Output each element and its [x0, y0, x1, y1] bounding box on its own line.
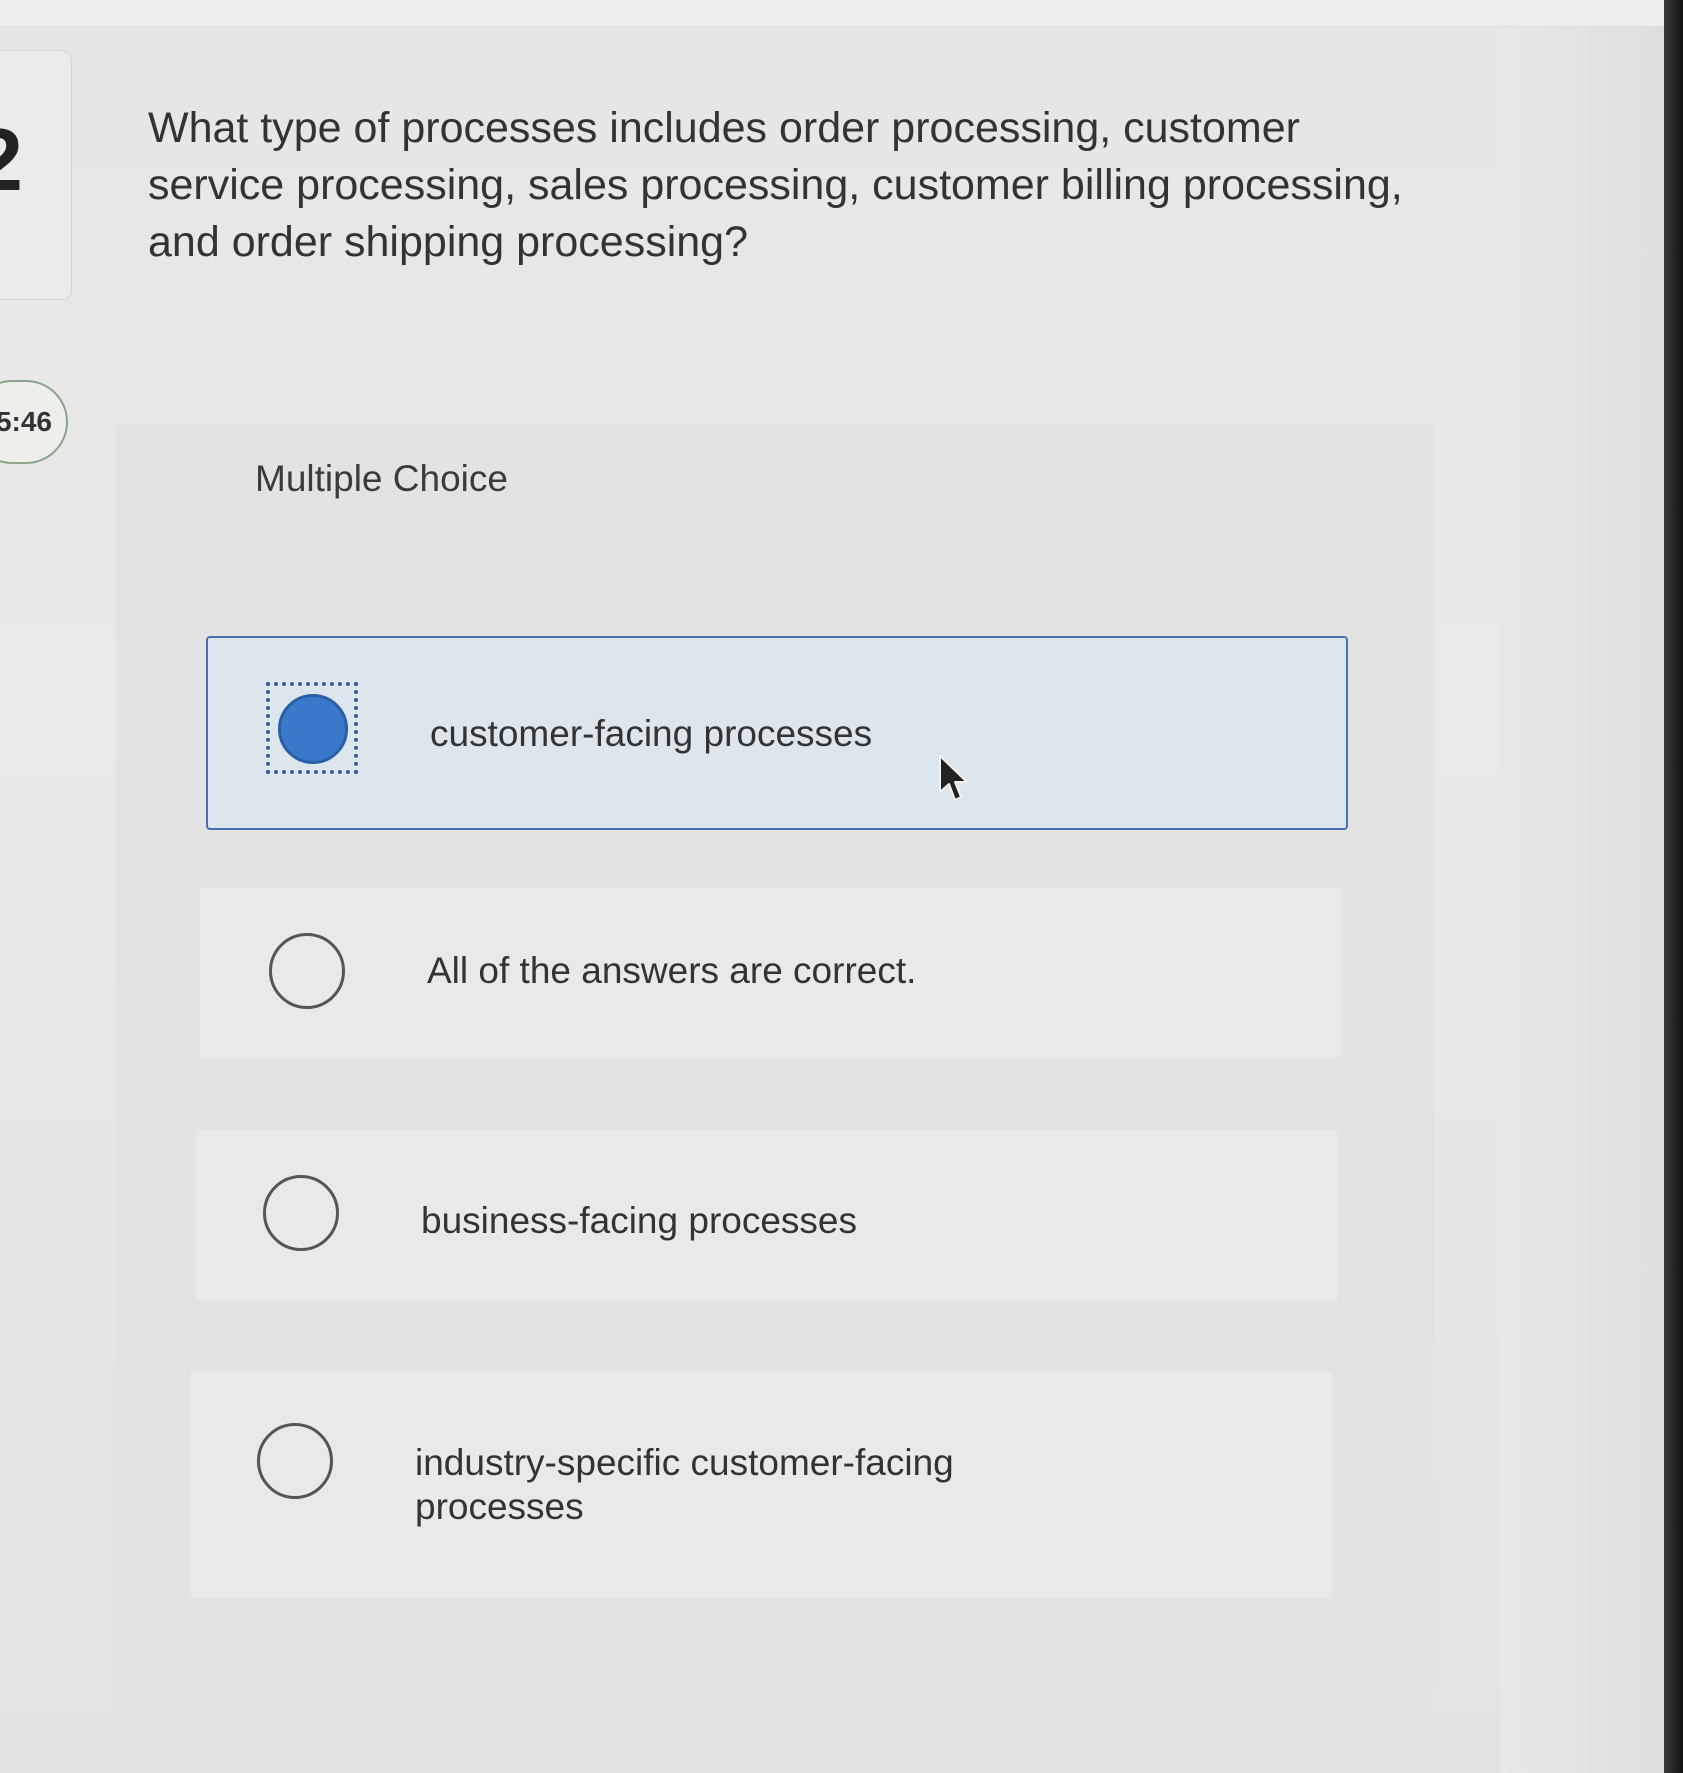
- answer-option-all-correct[interactable]: All of the answers are correct.: [200, 888, 1342, 1058]
- radio-button-selected[interactable]: [278, 694, 348, 764]
- radio-focus-outline: [266, 682, 358, 774]
- answer-option-customer-facing-processes[interactable]: customer-facing processes: [206, 636, 1348, 830]
- timer-badge: 5:46: [0, 380, 68, 464]
- timer-text: 5:46: [0, 406, 52, 437]
- radio-button[interactable]: [269, 933, 345, 1009]
- screen-bezel: [1664, 0, 1683, 1773]
- mouse-pointer-icon: [939, 755, 968, 801]
- answer-option-label: customer-facing processes: [430, 713, 873, 754]
- right-margin: [1500, 0, 1664, 1773]
- question-type-label: Multiple Choice: [255, 458, 508, 499]
- question-number: 2: [0, 116, 23, 204]
- radio-button[interactable]: [257, 1423, 333, 1499]
- radio-button[interactable]: [263, 1175, 339, 1251]
- answer-option-label: industry-specific customer-facing proces…: [415, 1442, 954, 1527]
- answer-option-business-facing-processes[interactable]: business-facing processes: [196, 1130, 1338, 1300]
- question-text: What type of processes includes order pr…: [148, 104, 1403, 266]
- answer-option-label: business-facing processes: [421, 1200, 857, 1241]
- answer-option-industry-specific[interactable]: industry-specific customer-facing proces…: [190, 1372, 1332, 1598]
- answer-option-label: All of the answers are correct.: [427, 950, 917, 991]
- top-bar: [0, 0, 1683, 27]
